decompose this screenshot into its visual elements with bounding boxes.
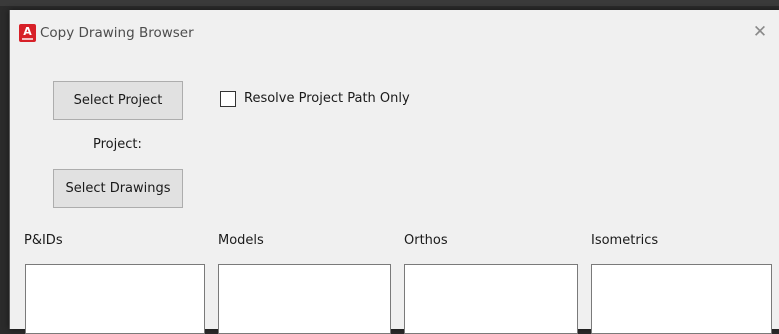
models-list[interactable]	[218, 264, 391, 334]
project-label: Project:	[93, 137, 142, 152]
orthos-list[interactable]	[404, 264, 578, 334]
background-window-edge	[0, 0, 779, 6]
copy-drawing-browser-dialog: A Copy Drawing Browser ✕ Select Project …	[9, 10, 779, 334]
select-project-label: Select Project	[73, 93, 163, 108]
autocad-icon: A	[19, 24, 36, 42]
close-button[interactable]: ✕	[750, 22, 770, 42]
isometrics-label: Isometrics	[591, 233, 659, 248]
resolve-project-path-checkbox[interactable]	[220, 91, 236, 107]
title-bar[interactable]: A Copy Drawing Browser ✕	[10, 10, 779, 56]
select-project-button[interactable]: Select Project	[53, 81, 183, 120]
pids-label: P&IDs	[24, 233, 63, 248]
orthos-label: Orthos	[404, 233, 448, 248]
models-label: Models	[218, 233, 264, 248]
window-title: Copy Drawing Browser	[40, 25, 194, 41]
pids-list[interactable]	[25, 264, 205, 334]
resolve-project-path-label[interactable]: Resolve Project Path Only	[244, 91, 410, 106]
select-drawings-button[interactable]: Select Drawings	[53, 169, 183, 208]
isometrics-list[interactable]	[591, 264, 772, 334]
select-drawings-label: Select Drawings	[65, 181, 171, 196]
